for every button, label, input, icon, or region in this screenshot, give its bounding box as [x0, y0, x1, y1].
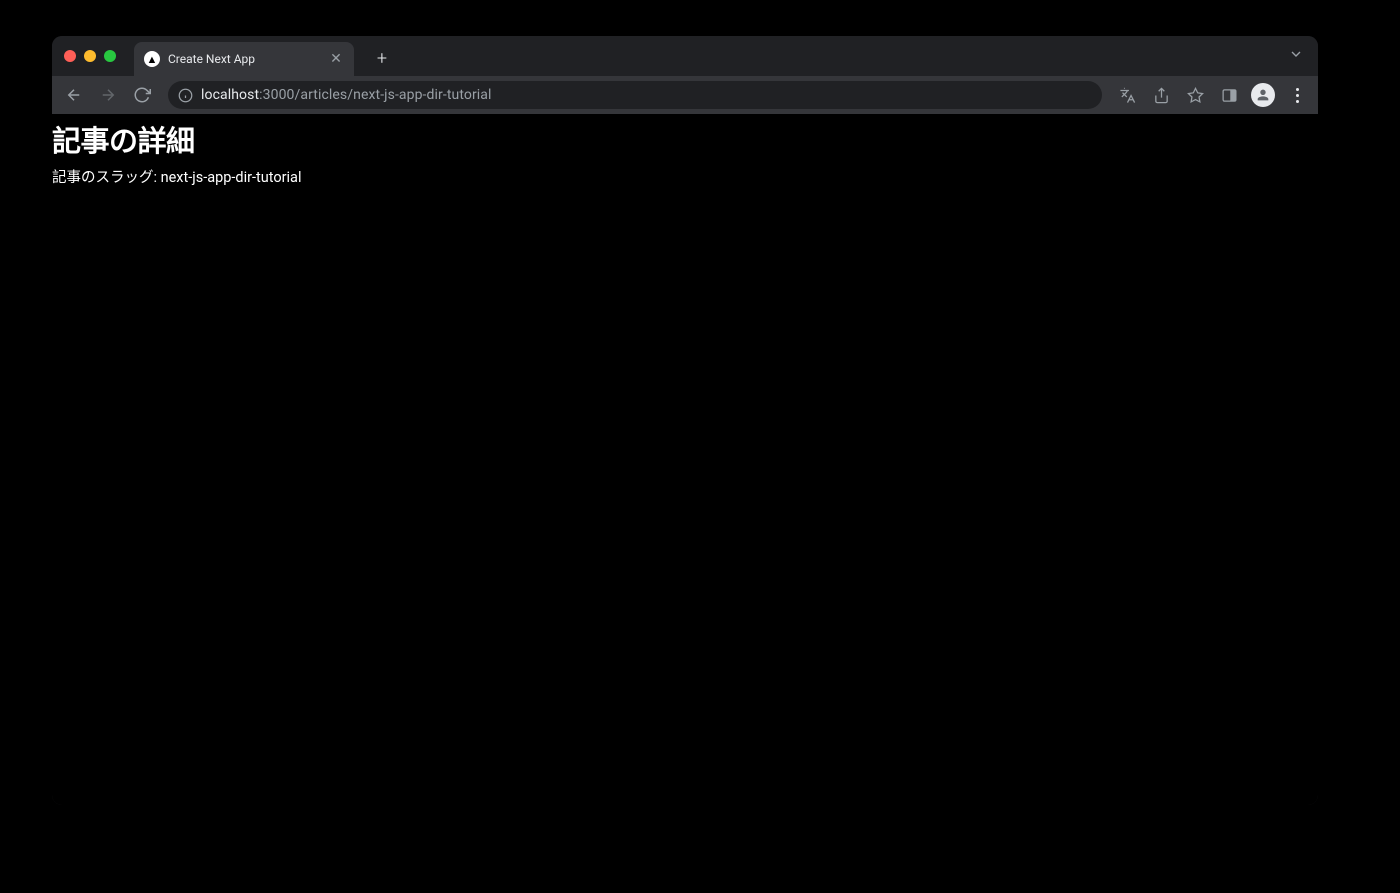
kebab-icon [1290, 88, 1305, 103]
address-bar[interactable]: localhost:3000/articles/next-js-app-dir-… [168, 81, 1102, 109]
tab-close-button[interactable]: ✕ [328, 51, 344, 67]
profile-button[interactable] [1250, 82, 1276, 108]
address-text: localhost:3000/articles/next-js-app-dir-… [201, 87, 492, 103]
titlebar: ▲ Create Next App ✕ + [52, 36, 1318, 76]
back-button[interactable] [60, 81, 88, 109]
tab-title: Create Next App [168, 52, 320, 66]
translate-icon[interactable] [1114, 82, 1140, 108]
avatar-icon [1251, 83, 1275, 107]
sidepanel-icon[interactable] [1216, 82, 1242, 108]
page-slug-line: 記事のスラッグ: next-js-app-dir-tutorial [52, 166, 1318, 187]
browser-window: ▲ Create Next App ✕ + localhost:3000/art… [52, 36, 1318, 805]
address-path: :3000/articles/next-js-app-dir-tutorial [259, 87, 491, 103]
browser-tab[interactable]: ▲ Create Next App ✕ [134, 42, 354, 76]
new-tab-button[interactable]: + [368, 44, 396, 72]
reload-button[interactable] [128, 81, 156, 109]
tabs-dropdown-button[interactable] [1288, 46, 1304, 66]
toolbar: localhost:3000/articles/next-js-app-dir-… [52, 76, 1318, 114]
page-heading: 記事の詳細 [52, 118, 1318, 160]
address-host: localhost [201, 87, 259, 103]
menu-button[interactable] [1284, 82, 1310, 108]
window-maximize-button[interactable] [104, 50, 116, 62]
slug-label: 記事のスラッグ: [52, 169, 161, 186]
bookmark-icon[interactable] [1182, 82, 1208, 108]
page-viewport: 記事の詳細 記事のスラッグ: next-js-app-dir-tutorial [52, 114, 1318, 805]
slug-value: next-js-app-dir-tutorial [161, 169, 302, 186]
site-info-icon[interactable] [178, 88, 193, 103]
forward-button[interactable] [94, 81, 122, 109]
window-controls [64, 50, 116, 62]
window-minimize-button[interactable] [84, 50, 96, 62]
toolbar-right [1114, 82, 1310, 108]
share-icon[interactable] [1148, 82, 1174, 108]
window-close-button[interactable] [64, 50, 76, 62]
tab-favicon-icon: ▲ [144, 51, 160, 67]
